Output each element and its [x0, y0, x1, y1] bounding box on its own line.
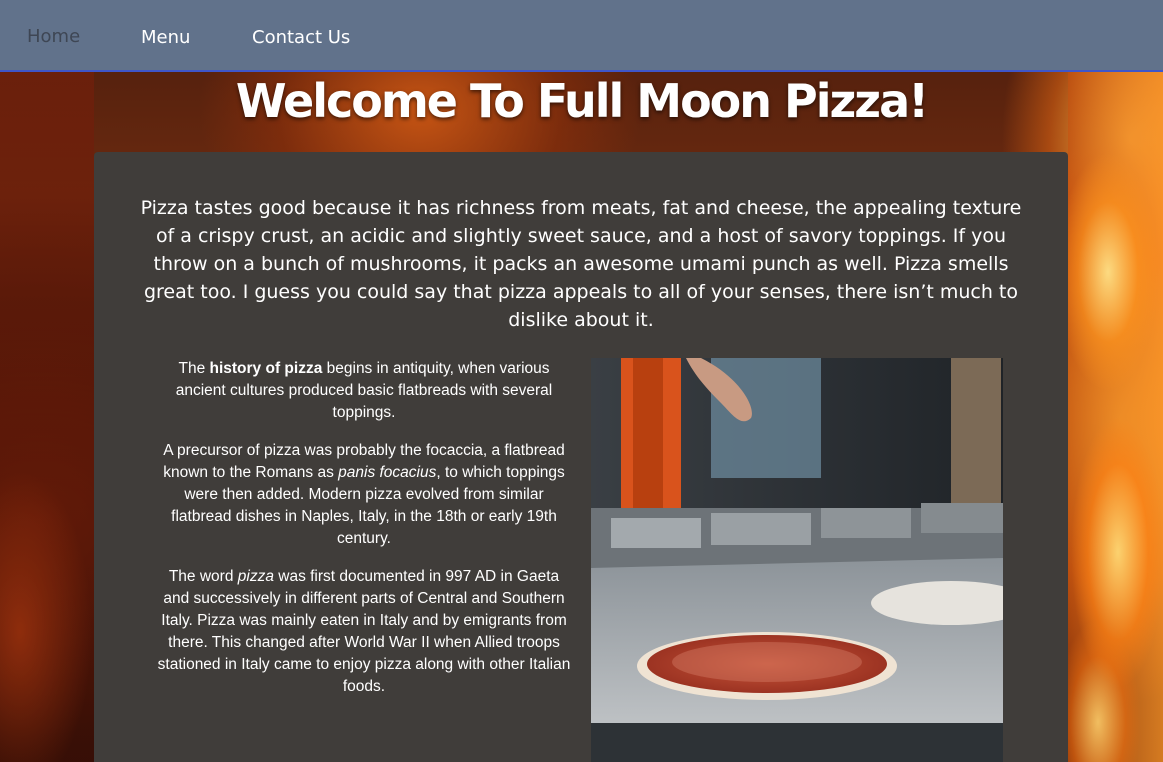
flame-background-right — [1068, 72, 1163, 762]
pizza-photo-illustration — [591, 358, 1003, 762]
pizza-preparation-photo — [591, 358, 1003, 762]
history-column: The history of pizza begins in antiquity… — [156, 358, 572, 714]
intro-paragraph: Pizza tastes good because it has richnes… — [140, 197, 1022, 331]
history-paragraph-1: The history of pizza begins in antiquity… — [156, 358, 572, 424]
history-p3-end: was first documented in 997 AD in Gaeta … — [157, 568, 571, 695]
history-p3-start: The word — [168, 568, 238, 585]
history-p2-italic: panis focacius — [338, 464, 437, 481]
background-left-edge — [0, 72, 94, 762]
page-title: Welcome To Full Moon Pizza! — [235, 74, 929, 128]
history-p1-bold: history of pizza — [209, 360, 323, 377]
history-paragraph-2: A precursor of pizza was probably the fo… — [156, 440, 572, 550]
history-p1-start: The — [178, 360, 210, 377]
history-paragraph-3: The word pizza was first documented in 9… — [156, 566, 572, 698]
nav-contact-link[interactable]: Contact Us — [252, 27, 350, 48]
nav-menu-link[interactable]: Menu — [141, 27, 190, 48]
top-navbar: Home Menu Contact Us — [0, 0, 1163, 72]
content-panel: Pizza tastes good because it has richnes… — [94, 152, 1068, 762]
history-p3-italic: pizza — [237, 568, 274, 585]
nav-home-link[interactable]: Home — [27, 26, 80, 47]
